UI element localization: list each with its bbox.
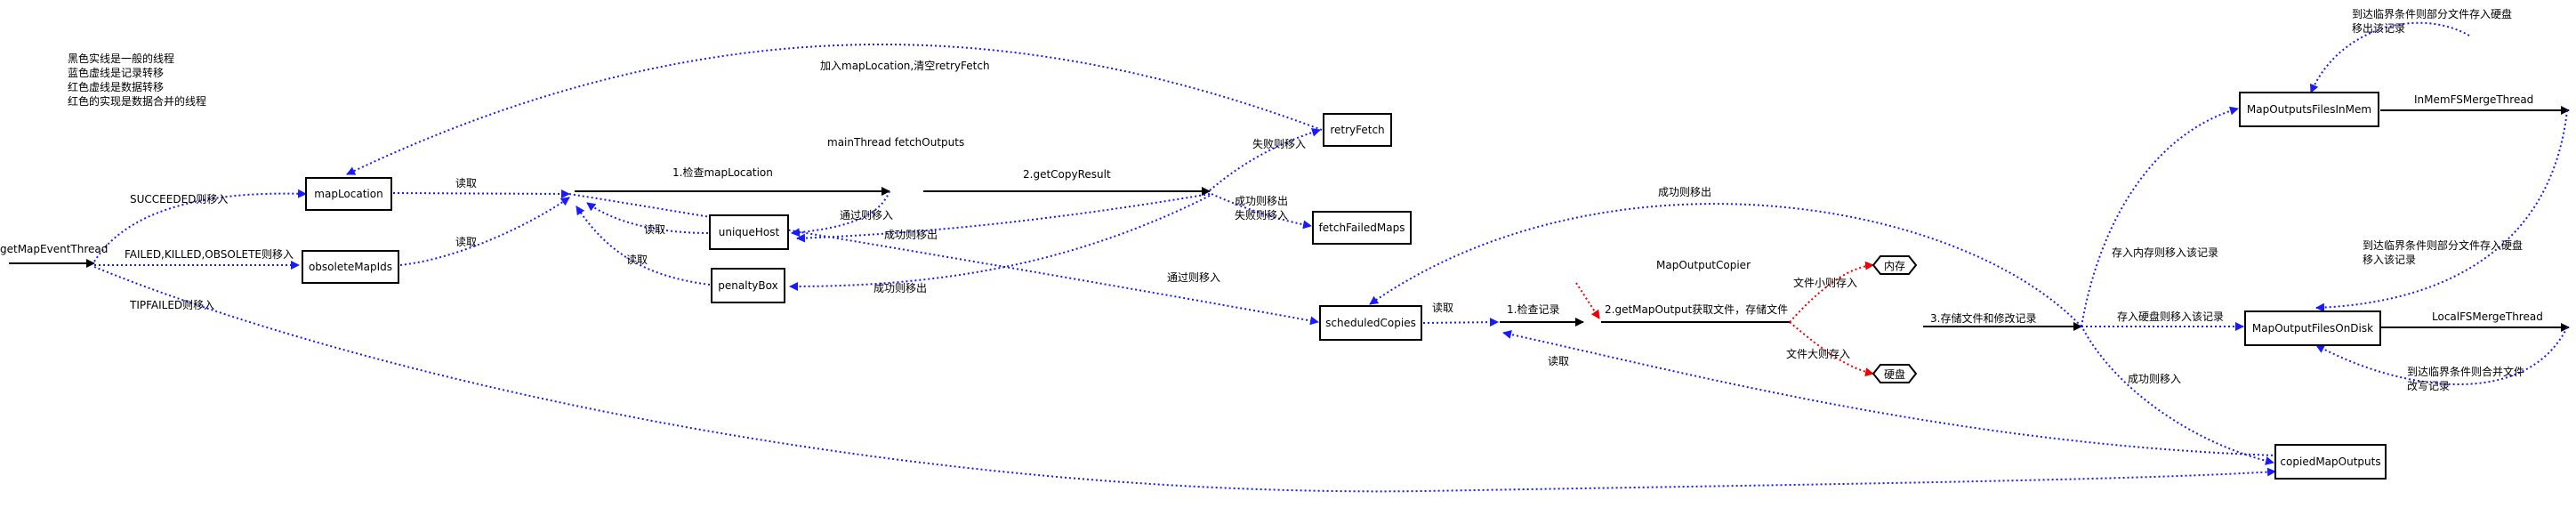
node-copied-map-outputs-label: copiedMapOutputs <box>2280 456 2380 468</box>
arrow-mem-to-disk <box>2315 109 2568 312</box>
title-main-thread: mainThread fetchOutputs <box>827 136 964 149</box>
node-memory-label: 内存 <box>1884 260 1905 272</box>
label-store-and-modify: 3.存储文件和修改记录 <box>1930 311 2036 325</box>
label-read-map-location: 读取 <box>455 177 477 189</box>
label-success-move-out-1: 成功则移出 <box>884 229 938 241</box>
label-get-copy-result: 2.getCopyResult <box>1023 168 1111 181</box>
arrow-mem-store <box>2081 106 2239 327</box>
arrow-success-copied <box>2082 328 2274 465</box>
node-retry-fetch-label: retryFetch <box>1330 124 1384 136</box>
label-pass-then-move-2: 通过则移入 <box>1167 271 1220 284</box>
label-threshold-mem-top-2: 移出该记录 <box>2352 22 2405 35</box>
node-map-output-files-on-disk: MapOutputFilesOnDisk <box>2244 310 2381 346</box>
label-large-file: 文件大则存入 <box>1786 347 1850 360</box>
node-unique-host-label: uniqueHost <box>719 226 780 238</box>
label-read-obsolete: 读取 <box>455 236 477 248</box>
label-threshold-mem-top-1: 到达临界条件则部分文件存入硬盘 <box>2352 7 2512 20</box>
label-get-map-output: 2.getMapOutput获取文件，存储文件 <box>1605 302 1788 316</box>
node-scheduled-copies: scheduledCopies <box>1319 305 1422 341</box>
label-disk-store: 存入硬盘则移入该记录 <box>2117 310 2224 323</box>
arrow-obsolete-read <box>399 197 570 266</box>
node-penalty-box: penaltyBox <box>711 268 785 303</box>
label-small-file: 文件小则存入 <box>1793 276 1857 289</box>
node-map-outputs-in-mem-label: MapOutputsFilesInMem <box>2247 103 2371 116</box>
label-add-map-location: 加入mapLocation,清空retryFetch <box>820 60 990 72</box>
shuffle-diagram: getMapEventThread mapLocation obsoleteMa… <box>0 7 2570 493</box>
node-obsolete-map-ids-label: obsoleteMapIds <box>309 261 392 273</box>
node-retry-fetch: retryFetch <box>1323 113 1392 147</box>
node-map-location: mapLocation <box>305 177 392 211</box>
node-disk: 硬盘 <box>1872 364 1918 383</box>
red-to-memory <box>1789 261 1874 323</box>
label-threshold-disk-2: 移入该记录 <box>2363 254 2416 266</box>
node-map-output-files-on-disk-label: MapOutputFilesOnDisk <box>2252 322 2373 335</box>
node-fetch-failed-maps: fetchFailedMaps <box>1312 211 1412 245</box>
node-unique-host: uniqueHost <box>709 214 789 250</box>
node-copied-map-outputs: copiedMapOutputs <box>2274 444 2387 480</box>
label-success-fail-1: 成功则移出 <box>1235 195 1288 207</box>
arrow-map-location-read <box>392 189 570 198</box>
arrow-penalty-read <box>576 206 711 286</box>
label-threshold-merge-2: 改写记录 <box>2407 380 2450 392</box>
label-local-merge: LocalFSMergeThread <box>2432 310 2543 323</box>
label-read-scheduled: 读取 <box>1432 302 1453 314</box>
label-mem-store: 存入内存则移入该记录 <box>2112 246 2218 259</box>
node-penalty-box-label: penaltyBox <box>718 279 777 292</box>
arrow-pass-scheduled <box>568 193 1319 326</box>
label-tipfailed: TIPFAILED则移入 <box>129 299 214 311</box>
red-into-copier <box>1575 282 1600 319</box>
node-disk-label: 硬盘 <box>1884 367 1905 381</box>
label-success-move-out-3: 成功则移出 <box>1658 186 1711 198</box>
label-check-map-location: 1.检查mapLocation <box>672 165 773 179</box>
node-map-outputs-in-mem: MapOutputsFilesInMem <box>2239 92 2379 127</box>
label-in-mem-merge: InMemFSMergeThread <box>2414 93 2533 106</box>
label-success-move-out-2: 成功则移出 <box>873 282 927 294</box>
node-get-map-event: getMapEventThread <box>0 243 108 255</box>
arrow-tipfailed <box>93 266 2276 493</box>
arrow-scheduled-read <box>1422 318 1499 327</box>
node-memory: 内存 <box>1872 255 1918 275</box>
label-pass-then-move: 通过则移入 <box>840 209 893 222</box>
title-copier: MapOutputCopier <box>1656 259 1751 271</box>
node-scheduled-copies-label: scheduledCopies <box>1325 317 1416 329</box>
label-succeeded: SUCCEEDED则移入 <box>130 193 228 206</box>
label-check-record: 1.检查记录 <box>1507 302 1559 316</box>
label-read-penalty: 读取 <box>626 254 648 266</box>
nodes: getMapEventThread mapLocation obsoleteMa… <box>0 92 2387 480</box>
label-success-move-in: 成功则移入 <box>2128 373 2181 385</box>
label-failed-killed: FAILED,KILLED,OBSOLETE则移入 <box>125 248 294 261</box>
label-threshold-merge-1: 到达临界条件则合并文件 <box>2407 365 2524 378</box>
label-threshold-disk-1: 到达临界条件则部分文件存入硬盘 <box>2363 238 2523 252</box>
node-obsolete-map-ids: obsoleteMapIds <box>302 250 399 284</box>
label-success-fail-2: 失败则移入 <box>1235 208 1288 222</box>
node-fetch-failed-maps-label: fetchFailedMaps <box>1319 222 1405 234</box>
label-read-unique-host: 读取 <box>644 223 665 236</box>
label-read-copied: 读取 <box>1548 355 1569 367</box>
arrow-copied-read <box>1502 330 2278 456</box>
label-fail-then-move: 失败则移入 <box>1252 137 1306 150</box>
node-map-location-label: mapLocation <box>314 188 382 200</box>
